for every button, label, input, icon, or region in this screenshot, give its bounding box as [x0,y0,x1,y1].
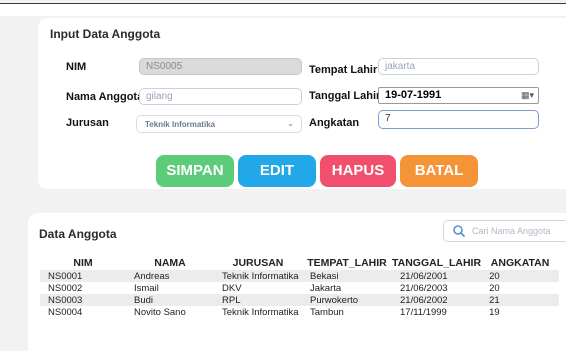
column-header-angkatan[interactable]: ANGKATAN [481,255,559,270]
column-header-jurusan[interactable]: JURUSAN [214,255,302,270]
tanggal-lahir-value: 19-07-1991 [385,89,442,101]
cell-tanggal-lahir: 21/06/2003 [392,282,482,294]
search-icon [453,225,466,238]
cell-tanggal-lahir: 17/11/1999 [392,306,482,318]
jurusan-selected-value: Teknik Informatika [145,120,216,129]
cell-tanggal-lahir: 21/06/2001 [392,270,482,282]
nama-anggota-label: Nama Anggota [66,91,144,103]
hapus-button[interactable]: HAPUS [320,155,396,187]
jurusan-label: Jurusan [66,117,109,129]
column-header-nama[interactable]: NAMA [126,255,214,270]
cell-nim: NS0002 [40,282,126,294]
tanggal-lahir-datepicker[interactable]: 19-07-1991 ▦▾ [378,87,539,104]
cell-angkatan: 19 [481,306,560,318]
angkatan-label: Angkatan [309,117,360,129]
column-header-nim[interactable]: NIM [40,255,126,270]
table-row[interactable]: NS0001 Andreas Teknik Informatika Bekasi… [40,270,560,282]
window-top-strip [0,4,566,16]
cell-nama: Ismail [126,282,214,294]
cell-nim: NS0003 [40,294,126,306]
chevron-down-icon: ⌄ [287,119,294,128]
nim-field[interactable]: NS0005 [139,58,302,75]
search-placeholder: Cari Nama Anggota [472,226,551,236]
cell-nama: Budi [126,294,214,306]
cell-angkatan: 20 [481,270,560,282]
tempat-lahir-field[interactable]: jakarta [378,58,539,75]
anggota-table: NIM NAMA JURUSAN TEMPAT_LAHIR TANGGAL_LA… [40,255,560,318]
table-row[interactable]: NS0002 Ismail DKV Jakarta 21/06/2003 20 [40,282,560,294]
column-header-tempat-lahir[interactable]: TEMPAT_LAHIR [302,255,392,270]
cell-tempat-lahir: Tambun [302,306,392,318]
table-row[interactable]: NS0003 Budi RPL Purwokerto 21/06/2002 21 [40,294,560,306]
jurusan-select[interactable]: Teknik Informatika ⌄ [136,115,302,133]
input-panel-title: Input Data Anggota [50,27,161,41]
batal-button[interactable]: BATAL [400,155,478,187]
cell-jurusan: RPL [214,294,302,306]
column-header-tanggal-lahir[interactable]: TANGGAL_LAHIR [392,255,481,270]
cell-nama: Novito Sano [126,306,214,318]
cell-jurusan: Teknik Informatika [214,306,302,318]
cell-jurusan: Teknik Informatika [214,270,302,282]
edit-button[interactable]: EDIT [238,155,316,187]
cell-tanggal-lahir: 21/06/2002 [392,294,482,306]
cell-tempat-lahir: Purwokerto [302,294,392,306]
cell-jurusan: DKV [214,282,302,294]
cell-angkatan: 20 [481,282,560,294]
nama-anggota-field[interactable]: gilang [139,88,302,105]
tempat-lahir-label: Tempat Lahir [309,64,378,76]
cell-nama: Andreas [126,270,214,282]
tanggal-lahir-label: Tanggal Lahir [309,90,381,102]
simpan-button[interactable]: SIMPAN [156,155,234,187]
search-input[interactable]: Cari Nama Anggota [443,220,566,242]
table-header-row: NIM NAMA JURUSAN TEMPAT_LAHIR TANGGAL_LA… [40,255,559,270]
cell-angkatan: 21 [481,294,560,306]
data-panel-title: Data Anggota [39,227,117,241]
cell-tempat-lahir: Bekasi [302,270,392,282]
nim-label: NIM [66,61,87,73]
cell-nim: NS0001 [40,270,126,282]
table-row[interactable]: NS0004 Novito Sano Teknik Informatika Ta… [40,306,560,318]
cell-tempat-lahir: Jakarta [302,282,392,294]
angkatan-field[interactable]: 7 [378,110,539,129]
cell-nim: NS0004 [40,306,126,318]
calendar-dropdown-icon[interactable]: ▦▾ [521,89,534,101]
